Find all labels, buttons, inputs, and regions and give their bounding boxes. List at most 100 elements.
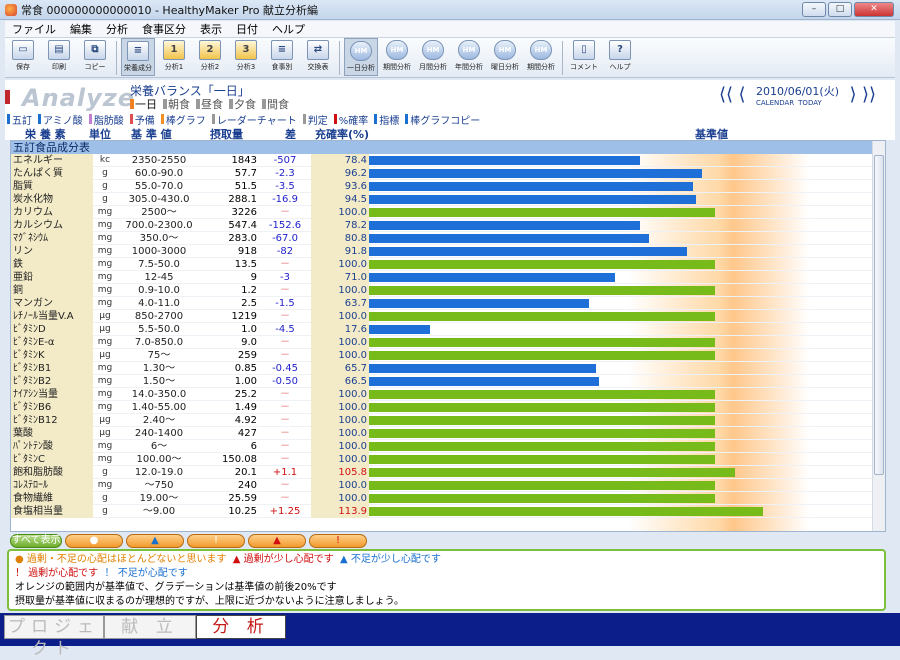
filter-button[interactable]: ▲ [248, 533, 306, 548]
view-tab[interactable]: 指標 [374, 112, 399, 127]
table-row[interactable]: ﾋﾞﾀﾐﾝC mg 100.00～ 150.08 － 100.0 [11, 453, 873, 466]
toolbar-label: 栄養成分 [124, 64, 152, 72]
meal-option[interactable]: 夕食 [229, 96, 256, 112]
table-row[interactable]: 鉄 mg 7.5-50.0 13.5 － 100.0 [11, 258, 873, 271]
prev-fast-icon[interactable]: ⟨⟨ [718, 84, 734, 106]
toolbar-button[interactable]: ▤ 印刷 [42, 38, 76, 76]
nutrient-name: 食塩相当量 [11, 505, 93, 518]
toolbar-button[interactable]: HM 月間分析 [416, 38, 450, 76]
legend-deficit: ！ 不足が心配です [104, 568, 188, 579]
unit: μg [99, 324, 111, 334]
next-day-icon[interactable]: ⟩ [845, 84, 861, 106]
menu-item[interactable]: 編集 [63, 21, 99, 37]
menu-item[interactable]: 分析 [99, 21, 135, 37]
table-row[interactable]: ﾋﾞﾀﾐﾝE-α mg 7.0-850.0 9.0 － 100.0 [11, 336, 873, 349]
maximize-button[interactable]: □ [828, 2, 852, 17]
view-tab[interactable]: レーダーチャート [211, 112, 297, 127]
bottom-tab[interactable]: 献 立 [104, 615, 196, 639]
toolbar-button[interactable]: HM 期間分析 [380, 38, 414, 76]
table-row[interactable]: ﾋﾞﾀﾐﾝK μg 75～ 259 － 100.0 [11, 349, 873, 362]
table-row[interactable]: ｺﾚｽﾃﾛｰﾙ mg ～750 240 － 100.0 [11, 479, 873, 492]
table-row[interactable]: カルシウム mg 700.0-2300.0 547.4 -152.6 78.2 [11, 219, 873, 232]
standard-value: 14.0-350.0 [131, 389, 187, 400]
toolbar-button[interactable]: HM 年間分析 [452, 38, 486, 76]
filter-button[interactable]: ● [65, 533, 123, 548]
table-row[interactable]: ﾚﾁﾉｰﾙ当量V.A μg 850-2700 1219 － 100.0 [11, 310, 873, 323]
tab-label: 五訂 [12, 115, 32, 127]
table-row[interactable]: ﾋﾞﾀﾐﾝB1 mg 1.30～ 0.85 -0.45 65.7 [11, 362, 873, 375]
table-row[interactable]: 亜鉛 mg 12-45 9 -3 71.0 [11, 271, 873, 284]
table-row[interactable]: ﾋﾞﾀﾐﾝB12 μg 2.40～ 4.92 － 100.0 [11, 414, 873, 427]
table-row[interactable]: リン mg 1000-3000 918 -82 91.8 [11, 245, 873, 258]
meal-option[interactable]: 間食 [262, 96, 289, 112]
table-row[interactable]: 銅 mg 0.9-10.0 1.2 － 100.0 [11, 284, 873, 297]
table-row[interactable]: ﾊﾟﾝﾄﾃﾝ酸 mg 6～ 6 － 100.0 [11, 440, 873, 453]
filter-button[interactable]: ! [309, 533, 367, 548]
table-row[interactable]: マンガン mg 4.0-11.0 2.5 -1.5 63.7 [11, 297, 873, 310]
bottom-tab[interactable]: プロジェクト [4, 615, 104, 659]
prev-day-icon[interactable]: ⟨ [734, 84, 750, 106]
table-row[interactable]: 食塩相当量 g ～9.00 10.25 +1.25 113.9 [11, 505, 873, 518]
toolbar-button[interactable]: ≡ 食事別 [265, 38, 299, 76]
intake-value: 20.1 [234, 467, 257, 478]
table-row[interactable]: ﾋﾞﾀﾐﾝB6 mg 1.40-55.00 1.49 － 100.0 [11, 401, 873, 414]
table-row[interactable]: ﾋﾞﾀﾐﾝB2 mg 1.50～ 1.00 -0.50 66.5 [11, 375, 873, 388]
toolbar-button[interactable]: ⧉ コピー [78, 38, 112, 76]
weekday-analysis-icon: HM [494, 40, 516, 60]
table-row[interactable]: 葉酸 μg 240-1400 427 － 100.0 [11, 427, 873, 440]
meal-option[interactable]: 朝食 [163, 96, 190, 112]
next-fast-icon[interactable]: ⟩⟩ [861, 84, 877, 106]
toolbar-button[interactable]: HM 一日分析 [344, 38, 378, 76]
toolbar-button[interactable]: ≡ 栄養成分 [121, 38, 155, 76]
table-row[interactable]: 脂質 g 55.0-70.0 51.5 -3.5 93.6 [11, 180, 873, 193]
filter-button[interactable]: ! [187, 533, 245, 548]
nutrient-name: 食物繊維 [11, 492, 93, 505]
menu-item[interactable]: 表示 [193, 21, 229, 37]
table-row[interactable]: 炭水化物 g 305.0-430.0 288.1 -16.9 94.5 [11, 193, 873, 206]
table-row[interactable]: 食物繊維 g 19.00～ 25.59 － 100.0 [11, 492, 873, 505]
menu-item[interactable]: ファイル [5, 21, 63, 37]
view-tab[interactable]: 棒グラフ [160, 112, 206, 127]
close-button[interactable]: ✕ [854, 2, 894, 17]
view-tab[interactable]: 棒グラフコピー [405, 112, 480, 127]
view-tab[interactable]: 予備 [129, 112, 155, 127]
menu-item[interactable]: ヘルプ [265, 21, 312, 37]
toolbar-button[interactable]: 2 分析2 [193, 38, 227, 76]
menu-item[interactable]: 食事区分 [135, 21, 193, 37]
menu-item[interactable]: 日付 [229, 21, 265, 37]
calendar-link[interactable]: CALENDAR [756, 99, 794, 107]
table-row[interactable]: たんぱく質 g 60.0-90.0 57.7 -2.3 96.2 [11, 167, 873, 180]
bar-cell [369, 284, 873, 297]
tab-marker-icon [160, 114, 164, 124]
toolbar-label: 期間分析 [383, 63, 411, 71]
table-row[interactable]: ﾅｲｱｼﾝ当量 mg 14.0-350.0 25.2 － 100.0 [11, 388, 873, 401]
view-tab[interactable]: アミノ酸 [38, 112, 83, 127]
table-row[interactable]: ﾏｸﾞﾈｼｳﾑ mg 350.0～ 283.0 -67.0 80.8 [11, 232, 873, 245]
diff-value: -2.3 [275, 168, 295, 179]
table-row[interactable]: エネルギー kc 2350-2550 1843 -507 78.4 [11, 154, 873, 167]
toolbar-button[interactable]: ⇄ 交換表 [301, 38, 335, 76]
toolbar-button[interactable]: ▭ 保存 [6, 38, 40, 76]
view-tab[interactable]: 判定 [302, 112, 328, 127]
toolbar-button[interactable]: HM 期間分析 [524, 38, 558, 76]
bottom-tab[interactable]: 分 析 [196, 615, 286, 639]
view-tab[interactable]: %確率 [333, 112, 368, 127]
table-row[interactable]: 飽和脂肪酸 g 12.0-19.0 20.1 +1.1 105.8 [11, 466, 873, 479]
toolbar-button[interactable]: ▯ コメント [567, 38, 601, 76]
minimize-button[interactable]: – [802, 2, 826, 17]
view-tab[interactable]: 五訂 [7, 112, 32, 127]
meal-option[interactable]: 昼食 [196, 96, 223, 112]
scrollbar[interactable] [872, 141, 885, 531]
toolbar-button[interactable]: ? ヘルプ [603, 38, 637, 76]
filter-button[interactable]: ▲ [126, 533, 184, 548]
table-row[interactable]: ﾋﾞﾀﾐﾝD μg 5.5-50.0 1.0 -4.5 17.6 [11, 323, 873, 336]
toolbar-button[interactable]: 1 分析1 [157, 38, 191, 76]
toolbar-button[interactable]: HM 曜日分析 [488, 38, 522, 76]
scroll-thumb[interactable] [874, 155, 884, 475]
meal-option[interactable]: 一日 [130, 96, 157, 112]
today-link[interactable]: TODAY [798, 99, 822, 107]
toolbar-button[interactable]: 3 分析3 [229, 38, 263, 76]
show-all-button[interactable]: すべて表示 [10, 533, 62, 548]
table-row[interactable]: カリウム mg 2500～ 3226 － 100.0 [11, 206, 873, 219]
view-tab[interactable]: 脂肪酸 [88, 112, 124, 127]
